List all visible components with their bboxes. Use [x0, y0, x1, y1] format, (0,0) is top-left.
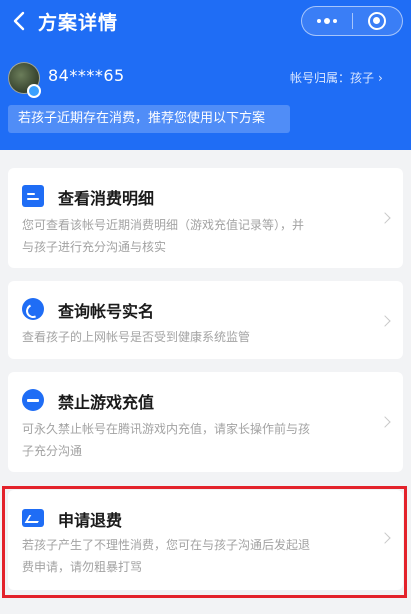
search-icon	[22, 298, 44, 320]
more-dots-icon	[316, 18, 337, 24]
document-icon	[22, 185, 44, 207]
account-owner[interactable]: 帐号归属：孩子 ›	[290, 69, 383, 86]
account-id: 84****65	[48, 66, 125, 85]
refund-icon	[22, 509, 44, 527]
chevron-right-icon	[379, 212, 391, 224]
close-miniapp-button[interactable]	[352, 7, 402, 35]
card-title: 申请退费	[58, 511, 123, 530]
chevron-right-icon: ›	[378, 70, 383, 85]
card-title: 查看消费明细	[58, 189, 155, 208]
target-icon	[368, 12, 387, 30]
account-owner-label: 帐号归属：孩子	[290, 71, 375, 85]
card-consumption-details[interactable]: 查看消费明细 您可查看该帐号近期消费明细（游戏充值记录等），并 与孩子进行充分沟…	[8, 168, 403, 268]
card-title: 禁止游戏充值	[58, 393, 155, 412]
card-desc: 您可查看该帐号近期消费明细（游戏充值记录等），并 与孩子进行充分沟通与核实	[22, 218, 305, 254]
header: 方案详情 84****65 帐号归属：孩子 › 若孩子近期存在消费，推荐您使用以…	[0, 0, 411, 150]
more-button[interactable]	[302, 7, 352, 35]
avatar-badge-icon	[27, 84, 41, 98]
card-check-realname[interactable]: 查询帐号实名 查看孩子的上网帐号是否受到健康系统监管	[8, 281, 403, 359]
chevron-right-icon	[379, 315, 391, 327]
card-title: 查询帐号实名	[58, 302, 155, 321]
miniapp-capsule	[301, 6, 403, 36]
ban-icon	[22, 389, 44, 411]
card-apply-refund[interactable]: 申请退费 若孩子产生了不理性消费，您可在与孩子沟通后发起退 费申请，请勿粗暴打骂	[8, 490, 403, 590]
chevron-right-icon	[379, 416, 391, 428]
card-desc: 查看孩子的上网帐号是否受到健康系统监管	[22, 330, 251, 344]
card-ban-recharge[interactable]: 禁止游戏充值 可永久禁止帐号在腾讯游戏内充值，请家长操作前与孩 子充分沟通	[8, 372, 403, 472]
back-button[interactable]	[6, 6, 32, 36]
page-title: 方案详情	[38, 12, 119, 34]
chevron-left-icon	[13, 11, 25, 31]
chevron-right-icon	[379, 532, 391, 544]
card-desc: 若孩子产生了不理性消费，您可在与孩子沟通后发起退 费申请，请勿粗暴打骂	[22, 538, 311, 574]
card-desc: 可永久禁止帐号在腾讯游戏内充值，请家长操作前与孩 子充分沟通	[22, 422, 311, 458]
recommendation-tip: 若孩子近期存在消费，推荐您使用以下方案	[8, 105, 290, 133]
nav-bar: 方案详情	[0, 0, 411, 44]
